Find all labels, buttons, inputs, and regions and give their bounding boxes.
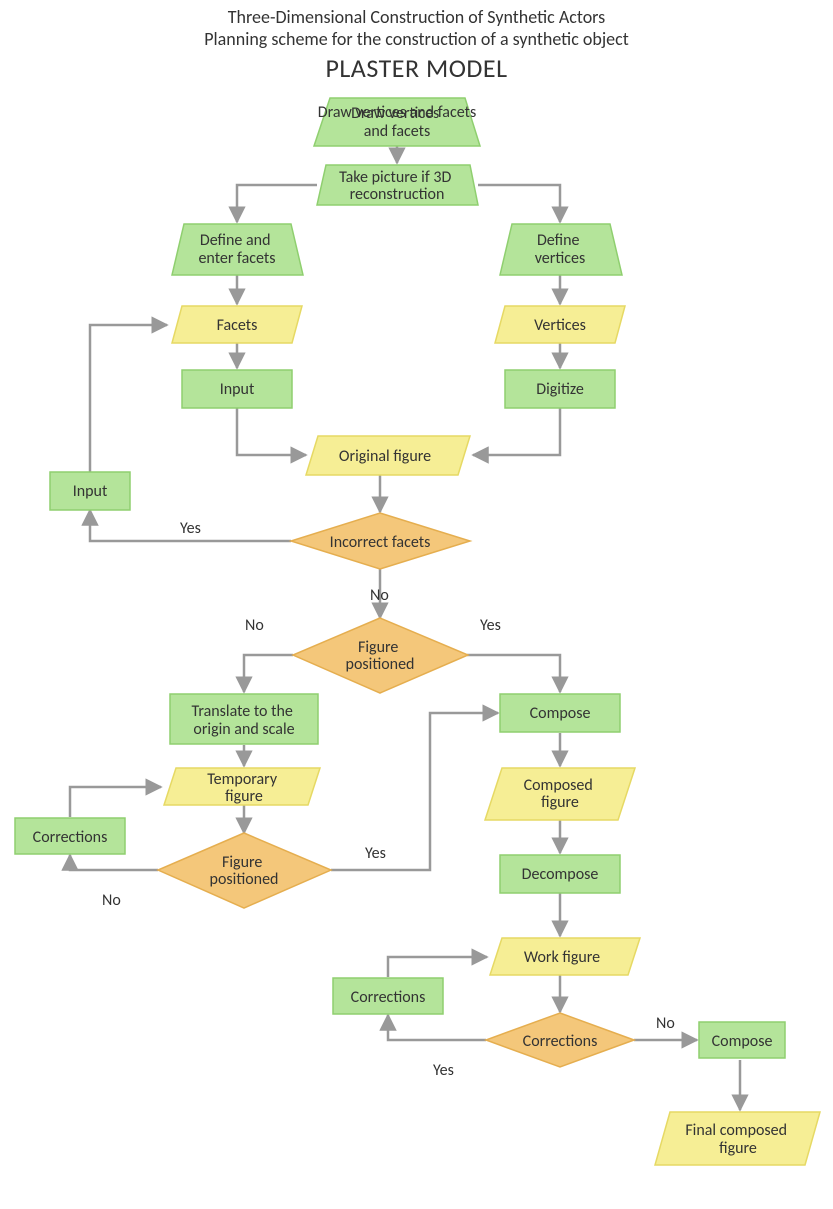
node-facets: Facets	[172, 306, 302, 343]
text-define-facets: Define and enter facets	[198, 231, 275, 268]
node-compose1: Compose	[500, 694, 620, 732]
text-define-vertices: Define vertices	[535, 231, 586, 268]
text-translate: Translate to the origin and scale	[192, 702, 297, 739]
svg-text:Vertices: Vertices	[534, 316, 586, 335]
svg-text:Corrections: Corrections	[351, 988, 426, 1007]
node-decompose: Decompose	[500, 855, 620, 893]
node-digitize: Digitize	[505, 370, 615, 408]
label-figpos2-yes: Yes	[365, 844, 386, 863]
svg-text:Facets: Facets	[217, 316, 258, 335]
svg-text:Work figure: Work figure	[524, 948, 600, 967]
label-corr-yes: Yes	[433, 1061, 454, 1080]
label-figpos2-no: No	[102, 891, 121, 910]
svg-text:Incorrect facets: Incorrect facets	[330, 533, 431, 552]
svg-text:Decompose: Decompose	[522, 865, 599, 884]
label-figpos1-yes: Yes	[480, 616, 501, 635]
svg-text:Input: Input	[73, 482, 108, 501]
svg-text:Corrections: Corrections	[33, 828, 108, 847]
svg-text:Compose: Compose	[530, 704, 591, 723]
label-figpos1-no: No	[245, 616, 264, 635]
svg-text:Input: Input	[220, 380, 255, 399]
svg-text:Corrections: Corrections	[523, 1032, 598, 1051]
text-take-picture: Take picture if 3D reconstruction	[339, 168, 455, 204]
label-incorrect-yes: Yes	[180, 519, 201, 538]
text-draw: Draw vertices and facets	[351, 104, 443, 141]
node-input-loop: Input	[50, 472, 130, 510]
flowchart-svg: Yes No No Yes No Yes Yes No Draw vertice…	[0, 0, 833, 1209]
svg-text:Compose: Compose	[712, 1032, 773, 1051]
node-corrections-bot: Corrections	[333, 978, 443, 1014]
node-corrections-left: Corrections	[15, 818, 125, 854]
node-vertices: Vertices	[495, 306, 625, 343]
node-work-figure: Work figure	[490, 938, 640, 975]
label-incorrect-no: No	[370, 586, 389, 605]
node-input-proc: Input	[182, 370, 292, 408]
svg-text:Original figure: Original figure	[339, 447, 431, 466]
svg-text:Digitize: Digitize	[536, 380, 584, 399]
label-corr-no: No	[656, 1014, 675, 1033]
node-incorrect-facets: Incorrect facets	[291, 513, 470, 569]
node-corrections-d: Corrections	[486, 1013, 634, 1067]
node-compose2: Compose	[699, 1022, 785, 1058]
node-original-figure: Original figure	[306, 436, 470, 475]
